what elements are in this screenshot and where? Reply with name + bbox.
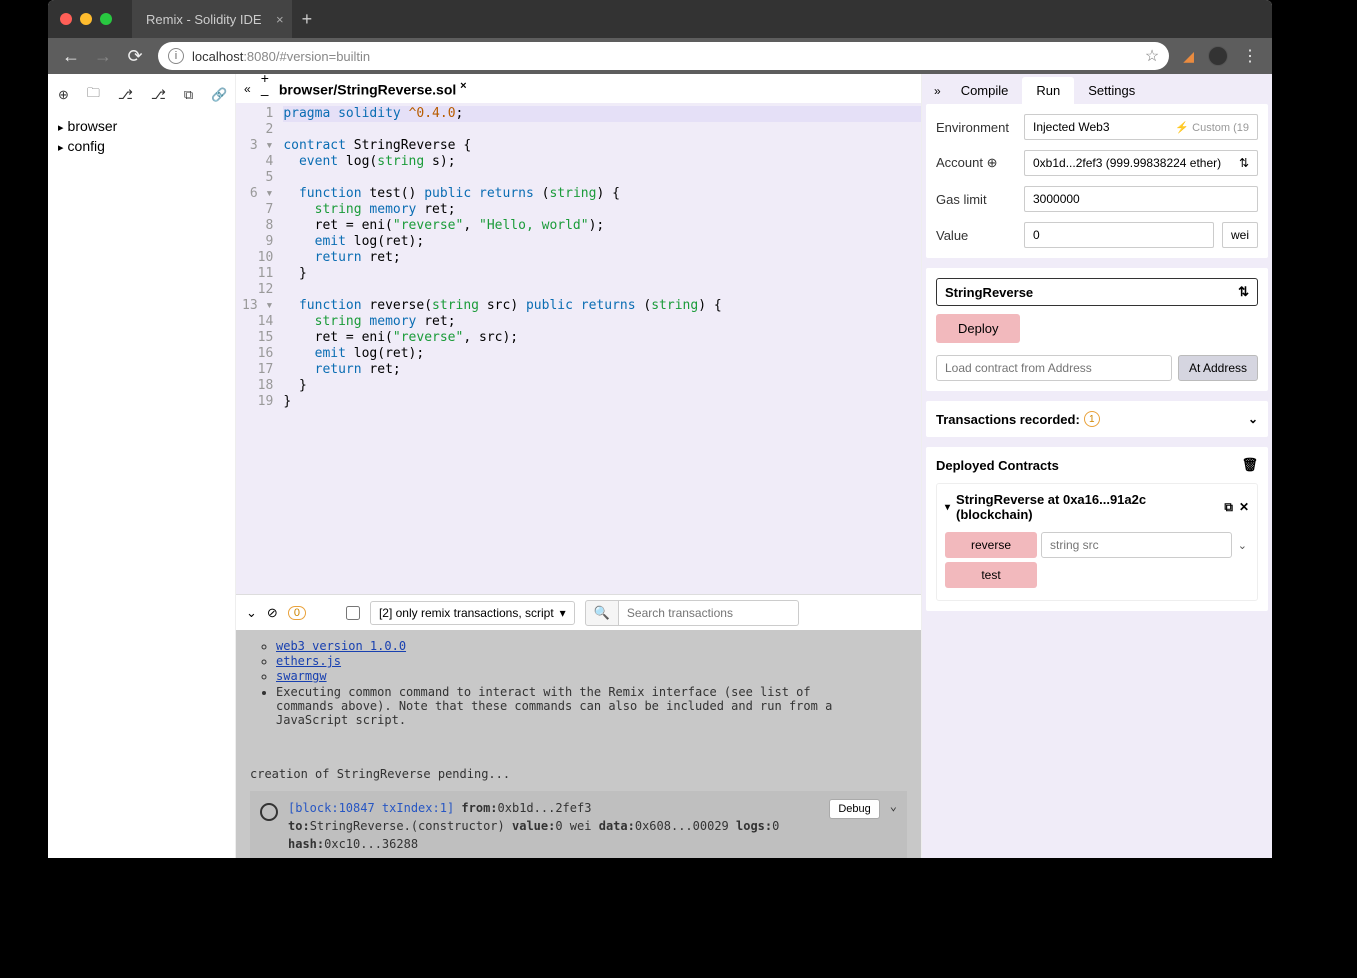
terminal-clear-icon[interactable]: ⊘ xyxy=(267,605,278,621)
tab-title: Remix - Solidity IDE xyxy=(146,12,262,27)
window-close[interactable] xyxy=(60,13,72,25)
url-port: :8080 xyxy=(243,49,276,64)
link-icon[interactable]: 🔗 xyxy=(211,87,227,103)
contract-instance: ▾ StringReverse at 0xa16...91a2c (blockc… xyxy=(936,483,1258,601)
value-unit-select[interactable]: wei xyxy=(1222,222,1258,248)
contract-select[interactable]: StringReverse⇅ xyxy=(936,278,1258,306)
new-file-icon[interactable]: ⊕ xyxy=(58,87,69,103)
new-tab-button[interactable]: + xyxy=(302,9,313,30)
fn-test-button[interactable]: test xyxy=(945,562,1037,588)
env-label: Environment xyxy=(936,120,1016,135)
editor-tabs: « +– browser/StringReverse.sol × xyxy=(236,74,921,104)
reload-button[interactable]: ⟳ xyxy=(126,46,144,67)
chevron-down-icon[interactable]: ⌄ xyxy=(1248,412,1258,426)
fn-reverse-button[interactable]: reverse xyxy=(945,532,1037,558)
tab-settings[interactable]: Settings xyxy=(1074,77,1149,104)
run-panel: » Compile Run Settings Environment Injec… xyxy=(922,74,1272,858)
collapse-tabs-icon[interactable]: « xyxy=(244,82,251,96)
instance-title: StringReverse at 0xa16...91a2c (blockcha… xyxy=(956,492,1218,522)
fn-reverse-input[interactable] xyxy=(1041,532,1232,558)
extension-icon[interactable]: ◢ xyxy=(1183,48,1194,65)
at-address-button[interactable]: At Address xyxy=(1178,355,1258,381)
link-web3[interactable]: web3 version 1.0.0 xyxy=(276,639,406,653)
kebab-menu-icon[interactable]: ⋮ xyxy=(1242,46,1258,66)
bookmark-icon[interactable]: ☆ xyxy=(1145,46,1159,66)
gas-label: Gas limit xyxy=(936,192,1016,207)
pending-badge: 0 xyxy=(288,606,306,620)
url-bar[interactable]: i localhost:8080/#version=builtin ☆ xyxy=(158,42,1169,70)
deploy-button[interactable]: Deploy xyxy=(936,314,1020,343)
terminal-note: Executing common command to interact wit… xyxy=(276,685,856,727)
browser-toolbar: ← → ⟳ i localhost:8080/#version=builtin … xyxy=(48,38,1272,74)
account-label: Account ⊕ xyxy=(936,155,1016,171)
link-ethers[interactable]: ethers.js xyxy=(276,654,341,668)
deployed-label: Deployed Contracts xyxy=(936,458,1059,473)
chevron-down-icon[interactable]: ⌄ xyxy=(1236,539,1249,552)
url-path: /#version=builtin xyxy=(276,49,370,64)
terminal[interactable]: web3 version 1.0.0 ethers.js swarmgw Exe… xyxy=(236,630,921,858)
copy-icon[interactable]: ⧉ xyxy=(184,87,193,103)
forward-button: → xyxy=(94,46,112,67)
info-icon[interactable]: i xyxy=(168,48,184,64)
terminal-toolbar: ⌄ ⊘ 0 [2] only remix transactions, scrip… xyxy=(236,594,921,630)
tx-meta: [block:10847 txIndex:1] xyxy=(288,801,454,815)
back-button[interactable]: ← xyxy=(62,46,80,67)
tx-filter-dropdown[interactable]: [2] only remix transactions, script▾ xyxy=(370,601,575,625)
tree-browser[interactable]: browser xyxy=(58,116,225,136)
env-select[interactable]: Injected Web3 ⚡ Custom (19 xyxy=(1024,114,1258,140)
tx-status-icon xyxy=(260,803,278,821)
browser-tab[interactable]: Remix - Solidity IDE × xyxy=(132,0,292,38)
listen-checkbox[interactable] xyxy=(346,606,360,620)
value-label: Value xyxy=(936,228,1016,243)
gas-input[interactable]: 3000000 xyxy=(1024,186,1258,212)
search-transactions-input[interactable] xyxy=(619,600,799,626)
code-editor[interactable]: 123 ▾456 ▾78910111213 ▾141516171819 prag… xyxy=(236,104,921,594)
search-icon[interactable]: 🔍 xyxy=(585,600,619,626)
window-maximize[interactable] xyxy=(100,13,112,25)
transactions-recorded[interactable]: Transactions recorded: 1 ⌄ xyxy=(926,401,1268,437)
swarm-icon[interactable]: ⎇ xyxy=(151,87,166,103)
debug-button[interactable]: Debug xyxy=(829,799,879,819)
tx-pending: creation of StringReverse pending... xyxy=(250,767,907,781)
browser-tabbar: Remix - Solidity IDE × + xyxy=(48,0,1272,38)
add-account-icon[interactable]: ⊕ xyxy=(987,155,998,170)
terminal-toggle-icon[interactable]: ⌄ xyxy=(246,605,257,621)
account-select[interactable]: 0xb1d...2fef3 (999.99838224 ether)⇅ xyxy=(1024,150,1258,176)
close-file-icon[interactable]: × xyxy=(460,80,466,92)
file-tree: ⊕ 🗀 ⎇ ⎇ ⧉ 🔗 browser config xyxy=(48,74,236,858)
remove-instance-icon[interactable]: ✕ xyxy=(1239,500,1249,514)
github-icon[interactable]: ⎇ xyxy=(118,87,133,103)
collapse-panel-icon[interactable]: » xyxy=(928,84,947,104)
value-input[interactable]: 0 xyxy=(1024,222,1214,248)
window-minimize[interactable] xyxy=(80,13,92,25)
copy-address-icon[interactable]: ⧉ xyxy=(1224,500,1233,515)
close-tab-icon[interactable]: × xyxy=(276,12,284,27)
file-tab[interactable]: browser/StringReverse.sol × xyxy=(279,80,467,98)
profile-avatar[interactable] xyxy=(1208,46,1228,66)
load-address-input[interactable] xyxy=(936,355,1172,381)
tab-run[interactable]: Run xyxy=(1022,77,1074,104)
expand-tx-icon[interactable]: ⌄ xyxy=(890,799,897,813)
tree-config[interactable]: config xyxy=(58,136,225,156)
link-swarmgw[interactable]: swarmgw xyxy=(276,669,327,683)
tx-log-row[interactable]: [block:10847 txIndex:1] from:0xb1d...2fe… xyxy=(250,791,907,858)
tab-compile[interactable]: Compile xyxy=(947,77,1023,104)
trash-icon[interactable]: 🗑 xyxy=(1241,457,1258,473)
add-tab-icon[interactable]: +– xyxy=(261,74,269,102)
txrec-count: 1 xyxy=(1084,411,1100,427)
collapse-instance-icon[interactable]: ▾ xyxy=(945,502,950,513)
folder-icon[interactable]: 🗀 xyxy=(87,84,100,106)
url-host: localhost xyxy=(192,49,243,64)
